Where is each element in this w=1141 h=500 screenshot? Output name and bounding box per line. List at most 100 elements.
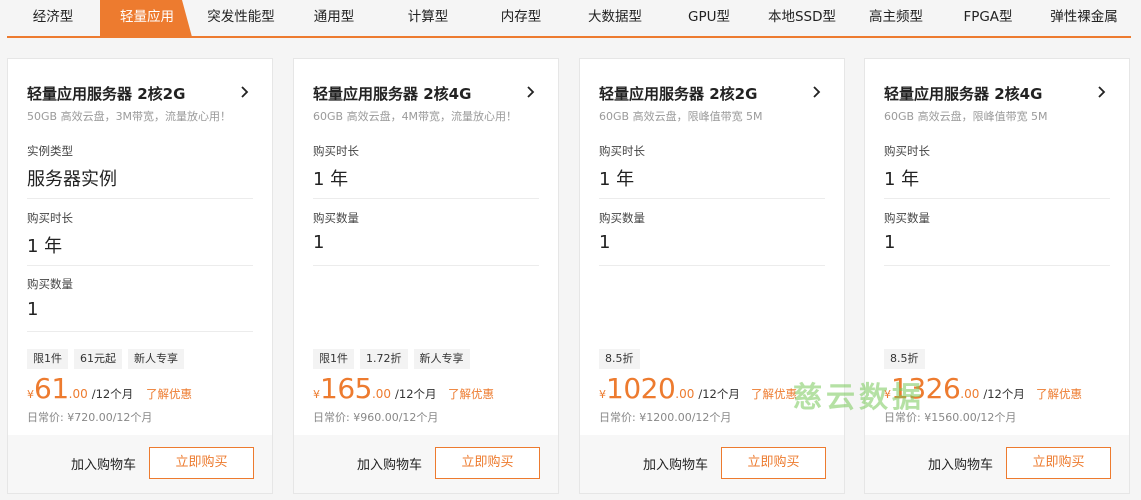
price: ¥165.00/12个月 [313, 372, 437, 405]
divider [884, 198, 1110, 199]
promo-link[interactable]: 了解优惠 [146, 386, 192, 402]
quantity-value[interactable]: 1 [599, 232, 610, 253]
instance-type-value[interactable]: 服务器实例 [27, 165, 117, 191]
badge-list: 限1件 61元起 新人专享 [27, 347, 190, 369]
price-decimal: .00 [371, 387, 392, 401]
card-description: 50GB 高效云盘，3M带宽，流量放心用！ [27, 110, 232, 123]
price-decimal: .00 [960, 387, 980, 401]
card-title: 轻量应用服务器 2核4G [884, 85, 1043, 103]
tab-memory[interactable]: 内存型 [490, 0, 552, 36]
watermark: 慈云数据 [793, 380, 926, 414]
tab-lightweight-app[interactable]: 轻量应用 [108, 0, 186, 36]
card-description: 60GB 高效云盘，限峰值带宽 5M [599, 110, 763, 123]
price-period: /12个月 [698, 387, 740, 401]
product-card: 轻量应用服务器 2核4G 60GB 高效云盘，4M带宽，流量放心用！ 购买时长 … [293, 58, 559, 494]
card-header[interactable]: 轻量应用服务器 2核4G [884, 83, 1109, 103]
card-footer: 加入购物车 立即购买 [8, 435, 272, 493]
duration-value[interactable]: 1 年 [313, 165, 348, 191]
duration-value[interactable]: 1 年 [27, 232, 62, 258]
price: ¥1020.00/12个月 [599, 372, 740, 405]
duration-label: 购买时长 [599, 144, 645, 158]
discount-badge: 1.72折 [360, 349, 408, 369]
chevron-right-icon[interactable] [524, 83, 538, 101]
promo-link[interactable]: 了解优惠 [1036, 386, 1082, 402]
buy-now-button[interactable]: 立即购买 [1006, 447, 1111, 479]
price-period: /12个月 [983, 387, 1025, 401]
duration-label: 购买时长 [313, 144, 359, 158]
discount-badge: 8.5折 [884, 349, 925, 369]
divider [27, 198, 253, 199]
chevron-right-icon[interactable] [238, 83, 252, 101]
buy-now-button[interactable]: 立即购买 [721, 447, 826, 479]
tab-compute[interactable]: 计算型 [397, 0, 459, 36]
promo-link[interactable]: 了解优惠 [751, 386, 797, 402]
price-integer: 61 [34, 372, 69, 405]
tab-fpga[interactable]: FPGA型 [955, 0, 1021, 36]
tab-local-ssd[interactable]: 本地SSD型 [760, 0, 844, 36]
quantity-value[interactable]: 1 [884, 232, 895, 253]
duration-label: 购买时长 [27, 211, 73, 225]
chevron-right-icon[interactable] [810, 83, 824, 101]
card-title: 轻量应用服务器 2核2G [599, 85, 758, 103]
card-title: 轻量应用服务器 2核2G [27, 85, 186, 103]
tab-bare-metal[interactable]: 弹性裸金属 [1044, 0, 1124, 36]
card-header[interactable]: 轻量应用服务器 2核4G [313, 83, 538, 103]
buy-now-button[interactable]: 立即购买 [149, 447, 254, 479]
buy-now-button[interactable]: 立即购买 [435, 447, 540, 479]
duration-value[interactable]: 1 年 [599, 165, 634, 191]
badge-list: 8.5折 [599, 347, 646, 369]
card-header[interactable]: 轻量应用服务器 2核2G [27, 83, 252, 103]
add-to-cart-button[interactable]: 加入购物车 [357, 454, 422, 473]
divider [313, 265, 539, 266]
divider [313, 198, 539, 199]
price-period: /12个月 [91, 387, 134, 401]
tab-big-data[interactable]: 大数据型 [580, 0, 650, 36]
divider [27, 265, 253, 266]
product-card: 轻量应用服务器 2核2G 50GB 高效云盘，3M带宽，流量放心用！ 实例类型 … [7, 58, 273, 494]
badge-list: 限1件 1.72折 新人专享 [313, 347, 476, 369]
new-user-badge: 新人专享 [128, 349, 184, 369]
tab-underline [7, 36, 1131, 38]
instance-type-label: 实例类型 [27, 144, 73, 158]
card-title: 轻量应用服务器 2核4G [313, 85, 472, 103]
divider [27, 331, 253, 332]
product-card: 轻量应用服务器 2核2G 60GB 高效云盘，限峰值带宽 5M 购买时长 1 年… [579, 58, 845, 494]
currency-symbol: ¥ [27, 388, 34, 401]
card-header[interactable]: 轻量应用服务器 2核2G [599, 83, 824, 103]
badge-list: 8.5折 [884, 347, 931, 369]
tab-general[interactable]: 通用型 [303, 0, 365, 36]
limit-badge: 限1件 [27, 349, 68, 369]
discount-badge: 8.5折 [599, 349, 640, 369]
price-decimal: .00 [68, 387, 88, 401]
quantity-label: 购买数量 [884, 211, 930, 225]
currency-symbol: ¥ [313, 388, 320, 401]
price-integer: 1020 [606, 372, 676, 405]
tab-burstable[interactable]: 突发性能型 [200, 0, 282, 36]
regular-price: 日常价: ¥1200.00/12个月 [599, 411, 732, 424]
add-to-cart-button[interactable]: 加入购物车 [928, 454, 993, 473]
quantity-value[interactable]: 1 [313, 232, 324, 253]
card-description: 60GB 高效云盘，限峰值带宽 5M [884, 110, 1048, 123]
product-card: 轻量应用服务器 2核4G 60GB 高效云盘，限峰值带宽 5M 购买时长 1 年… [864, 58, 1130, 494]
add-to-cart-button[interactable]: 加入购物车 [71, 454, 136, 473]
price-integer: 165 [320, 372, 372, 405]
quantity-value[interactable]: 1 [27, 299, 38, 320]
tab-gpu[interactable]: GPU型 [678, 0, 740, 36]
divider [599, 265, 825, 266]
quantity-label: 购买数量 [599, 211, 645, 225]
chevron-right-icon[interactable] [1095, 83, 1109, 101]
divider [599, 198, 825, 199]
quantity-label: 购买数量 [313, 211, 359, 225]
duration-value[interactable]: 1 年 [884, 165, 919, 191]
new-user-badge: 新人专享 [413, 349, 470, 369]
product-category-tabs: 经济型 轻量应用 突发性能型 通用型 计算型 内存型 大数据型 GPU型 本地S… [0, 0, 1141, 38]
tab-economy[interactable]: 经济型 [22, 0, 84, 36]
price-period: /12个月 [395, 387, 437, 401]
divider [884, 265, 1110, 266]
tab-high-frequency[interactable]: 高主频型 [860, 0, 932, 36]
price-decimal: .00 [675, 387, 695, 401]
add-to-cart-button[interactable]: 加入购物车 [643, 454, 708, 473]
duration-label: 购买时长 [884, 144, 930, 158]
currency-symbol: ¥ [599, 388, 606, 401]
promo-link[interactable]: 了解优惠 [448, 386, 494, 402]
